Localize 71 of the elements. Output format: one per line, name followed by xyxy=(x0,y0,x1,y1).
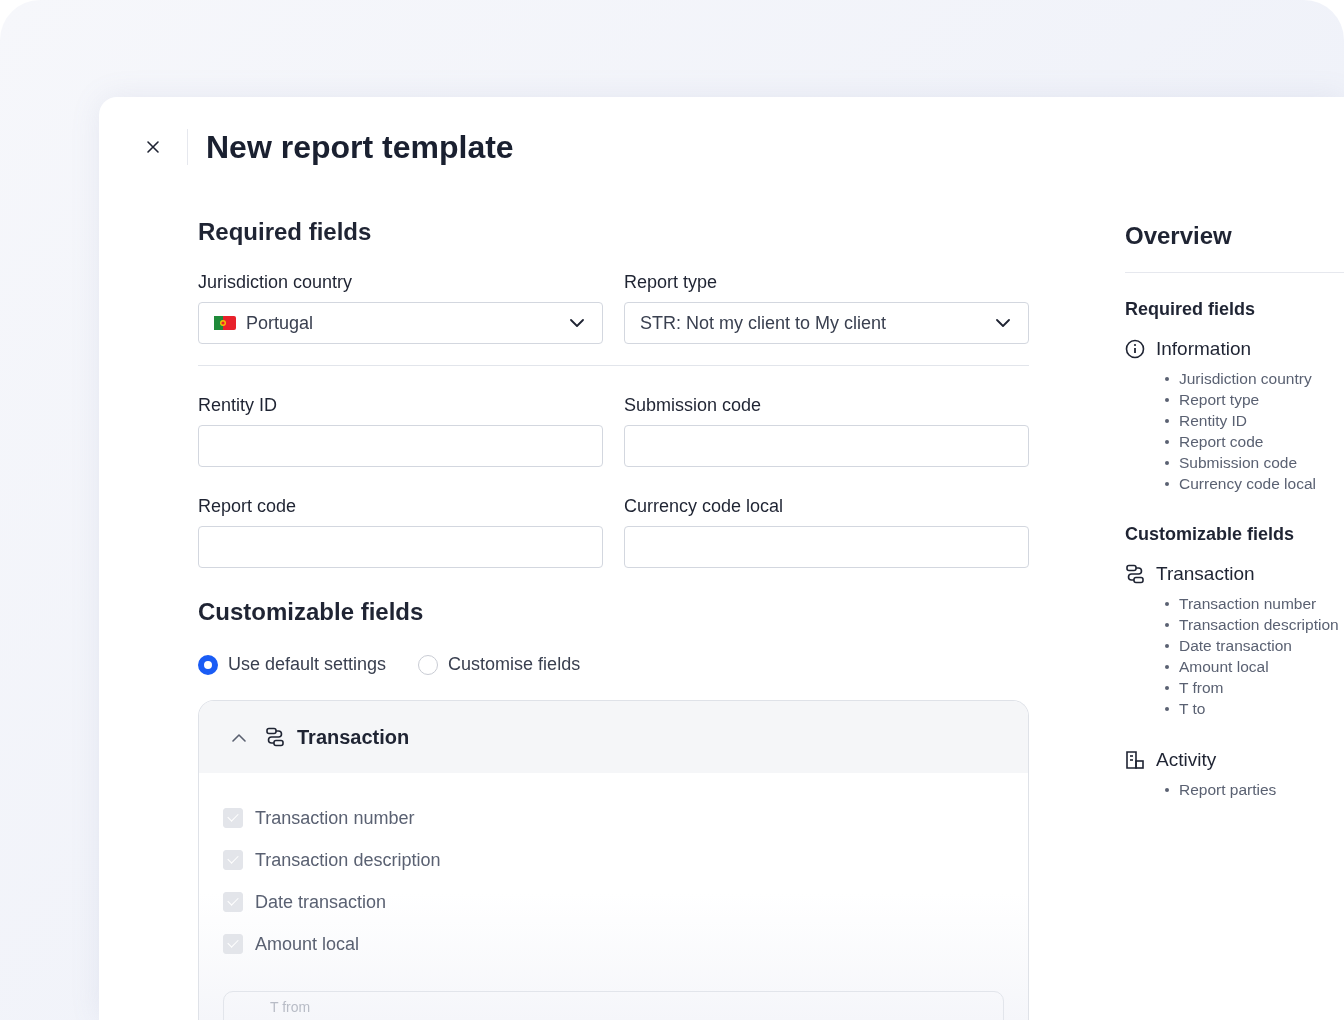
bullet-icon xyxy=(1165,685,1169,690)
document-icon xyxy=(1125,750,1145,770)
section-heading: Customizable fields xyxy=(198,598,425,626)
field-label: Currency code local xyxy=(624,496,785,517)
input-field[interactable] xyxy=(198,425,603,467)
bullet-icon xyxy=(1165,376,1169,381)
close-icon xyxy=(146,140,160,154)
field-label: Report code xyxy=(198,496,298,517)
radio-label: Customise fields xyxy=(448,654,581,675)
overview-item: T from xyxy=(1179,678,1224,697)
overview-item: Amount local xyxy=(1179,657,1269,676)
chevron-down-icon xyxy=(994,318,1012,328)
field-label: Submission code xyxy=(624,395,763,416)
accordion-header[interactable]: Transaction xyxy=(199,701,1028,773)
bullet-icon xyxy=(1165,787,1169,792)
input-field[interactable] xyxy=(624,425,1029,467)
section-heading: Required fields xyxy=(198,218,373,246)
bullet-icon xyxy=(1165,439,1169,444)
input-field[interactable] xyxy=(624,526,1029,568)
close-button[interactable] xyxy=(145,139,161,155)
checkbox-label: Date transaction xyxy=(255,891,387,913)
input-field[interactable] xyxy=(198,526,603,568)
dropdown-value: Portugal xyxy=(246,312,315,334)
overview-group-title: Transaction xyxy=(1156,563,1255,585)
overview-group-title: Activity xyxy=(1156,749,1217,771)
dropdown-value: STR: Not my client to My client xyxy=(640,312,888,334)
checkbox-label: Amount local xyxy=(255,933,360,955)
checkbox-label: Transaction description xyxy=(255,849,441,871)
checkbox-label: Transaction number xyxy=(255,807,415,829)
overview-item: Report parties xyxy=(1179,780,1277,799)
overview-item: Report type xyxy=(1179,390,1260,409)
bullet-icon xyxy=(1165,460,1169,465)
bullet-icon xyxy=(1165,664,1169,669)
bullet-icon xyxy=(1165,481,1169,486)
overview-heading: Customizable fields xyxy=(1125,524,1296,545)
field-label: Jurisdiction country xyxy=(198,272,354,293)
overview-heading: Required fields xyxy=(1125,299,1257,320)
bullet-icon xyxy=(1165,397,1169,402)
bullet-icon xyxy=(1165,622,1169,627)
overview-item: Transaction number xyxy=(1179,594,1317,613)
overview-title: Overview xyxy=(1125,222,1233,250)
field-label: Report type xyxy=(624,272,719,293)
info-icon xyxy=(1125,339,1145,359)
overview-item: T to xyxy=(1179,699,1206,718)
bullet-icon xyxy=(1165,643,1169,648)
flag-icon xyxy=(214,316,236,330)
field-label: Rentity ID xyxy=(198,395,279,416)
overview-item: Jurisdiction country xyxy=(1179,369,1312,388)
overview-item: Submission code xyxy=(1179,453,1298,472)
overview-item: Currency code local xyxy=(1179,474,1316,493)
page-title: New report template xyxy=(206,128,514,166)
radio-button[interactable] xyxy=(198,654,218,675)
overview-item: Date transaction xyxy=(1179,636,1292,655)
accordion-title: Transaction xyxy=(297,725,410,749)
overview-item: Transaction description xyxy=(1179,615,1339,634)
radio-option[interactable]: Customise fields xyxy=(418,654,581,675)
transaction-icon xyxy=(265,727,285,747)
nested-panel-title: T from xyxy=(270,999,311,1015)
transaction-icon xyxy=(1125,564,1145,584)
overview-item: Rentity ID xyxy=(1179,411,1248,430)
radio-option[interactable]: Use default settings xyxy=(198,654,387,675)
dropdown[interactable]: Portugal xyxy=(198,302,603,344)
overview-group-title: Information xyxy=(1156,338,1252,360)
bullet-icon xyxy=(1165,418,1169,423)
bullet-icon xyxy=(1165,706,1169,711)
radio-label: Use default settings xyxy=(228,654,387,675)
chevron-up-icon xyxy=(231,732,247,742)
dropdown[interactable]: STR: Not my client to My client xyxy=(624,302,1029,344)
chevron-down-icon xyxy=(568,318,586,328)
bullet-icon xyxy=(1165,601,1169,606)
overview-item: Report code xyxy=(1179,432,1264,451)
